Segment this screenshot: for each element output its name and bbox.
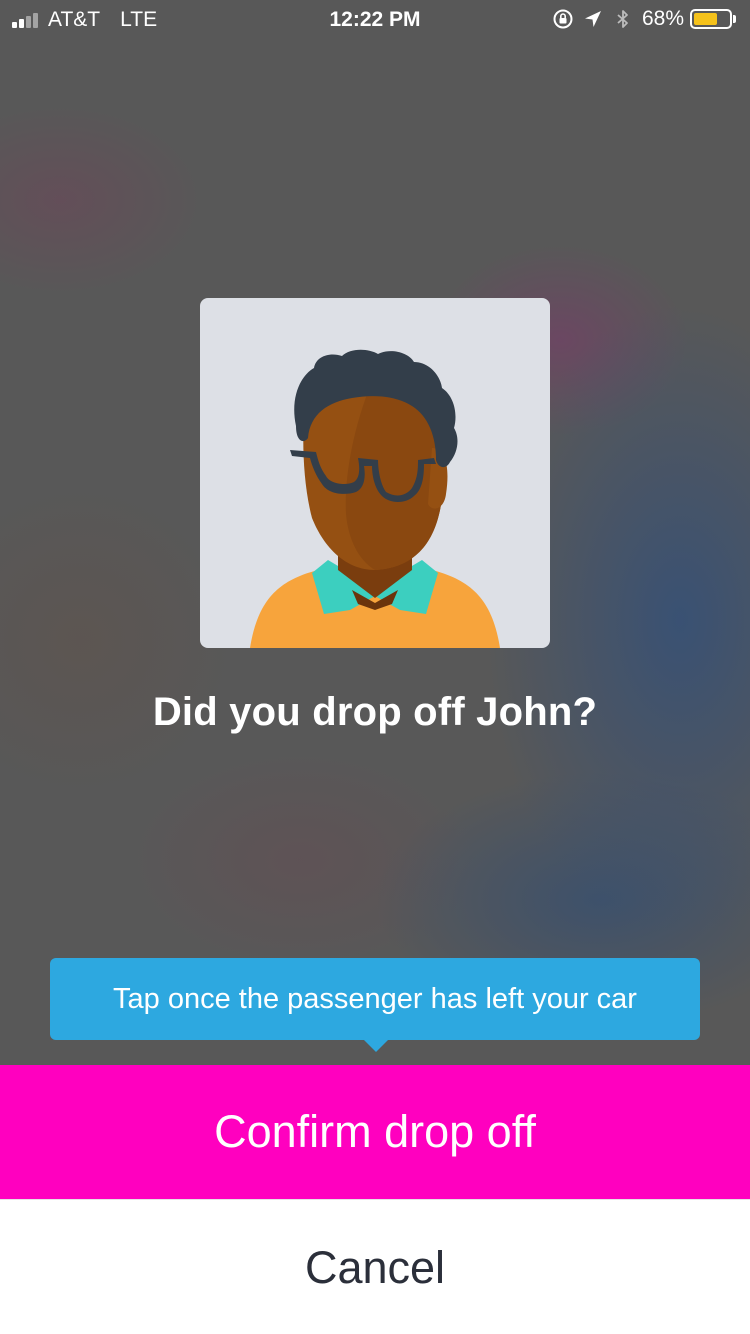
status-bar-right: 68% [552,7,736,31]
passenger-avatar-illustration [250,349,500,648]
battery-icon [690,9,732,29]
status-bar: AT&T LTE 12:22 PM 68% [0,0,750,40]
cancel-button[interactable]: Cancel [0,1199,750,1334]
confirm-hint-tooltip: Tap once the passenger has left your car [50,958,700,1040]
confirm-drop-off-button[interactable]: Confirm drop off [0,1065,750,1199]
drop-off-confirmation-screen: AT&T LTE 12:22 PM 68% Did you drop off J… [0,0,750,1334]
tooltip-arrow [363,1039,389,1052]
battery-tip [733,15,736,23]
bluetooth-icon [612,8,634,30]
passenger-avatar [200,298,550,648]
battery-percent: 68% [641,7,684,30]
rotation-lock-icon [552,8,574,30]
location-icon [582,8,604,30]
battery-fill [694,13,717,25]
drop-off-question: Did you drop off John? [152,690,598,734]
